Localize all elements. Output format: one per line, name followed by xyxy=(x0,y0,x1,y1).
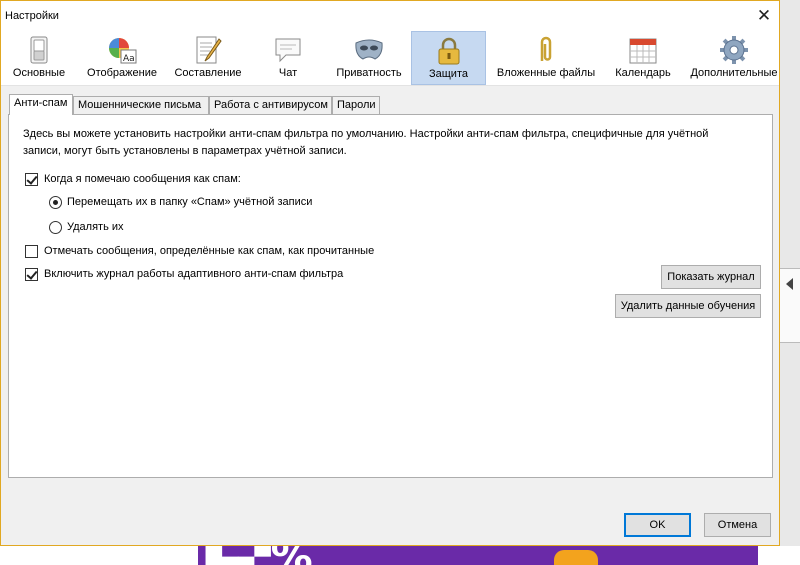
wallpaper-graphic: ▙▞% xyxy=(206,546,313,565)
move-to-spam-radio[interactable] xyxy=(49,196,62,209)
tab-passwords[interactable]: Пароли xyxy=(332,96,380,114)
toolbar-item-label: Основные xyxy=(12,67,66,79)
settings-toolbar: Основные Aa Отображение Составление Чат … xyxy=(1,31,779,86)
toolbar-item-compose[interactable]: Составление xyxy=(169,31,247,85)
tab-antivirus[interactable]: Работа с антивирусом xyxy=(209,96,332,114)
antispam-panel: Здесь вы можете установить настройки ант… xyxy=(8,114,773,478)
toolbar-item-security[interactable]: Защита xyxy=(411,31,486,85)
toolbar-item-label: Чат xyxy=(278,67,298,79)
toolbar-item-attachments[interactable]: Вложенные файлы xyxy=(491,31,601,85)
window-title: Настройки xyxy=(5,10,59,22)
close-icon[interactable]: ✕ xyxy=(753,5,775,27)
enable-log-checkbox[interactable] xyxy=(25,268,38,281)
svg-text:Aa: Aa xyxy=(123,54,135,64)
mark-read-checkbox[interactable] xyxy=(25,245,38,258)
toolbar-item-label: Составление xyxy=(174,67,242,79)
toolbar-item-label: Приватность xyxy=(336,67,402,79)
delete-spam-radio[interactable] xyxy=(49,221,62,234)
toolbar-item-display[interactable]: Aa Отображение xyxy=(81,31,163,85)
tab-scams[interactable]: Мошеннические письма xyxy=(73,96,209,114)
toolbar-item-chat[interactable]: Чат xyxy=(263,31,313,85)
paperclip-icon xyxy=(540,36,552,61)
move-to-spam-label[interactable]: Перемещать их в папку «Спам» учётной зап… xyxy=(67,196,312,208)
description-line-1: Здесь вы можете установить настройки ант… xyxy=(23,128,709,140)
toolbar-item-privacy[interactable]: Приватность xyxy=(331,31,407,85)
show-log-button[interactable]: Показать журнал xyxy=(661,265,761,289)
mark-as-spam-label[interactable]: Когда я помечаю сообщения как спам: xyxy=(44,173,241,185)
title-bar: Настройки ✕ xyxy=(1,1,779,31)
delete-spam-label[interactable]: Удалять их xyxy=(67,221,124,233)
mark-as-spam-checkbox[interactable] xyxy=(25,173,38,186)
switch-icon xyxy=(30,36,48,64)
reset-training-button[interactable]: Удалить данные обучения xyxy=(615,294,761,318)
gear-icon xyxy=(720,36,748,64)
wallpaper-shape xyxy=(554,550,598,565)
toolbar-item-label: Дополнительные xyxy=(690,67,778,79)
cancel-button[interactable]: Отмена xyxy=(704,513,771,537)
compose-icon xyxy=(196,36,222,64)
toolbar-item-advanced[interactable]: Дополнительные xyxy=(685,31,783,85)
toolbar-item-label: Вложенные файлы xyxy=(496,67,596,79)
settings-dialog: Настройки ✕ Основные Aa Отображение Сост… xyxy=(0,0,780,546)
ok-button[interactable]: OK xyxy=(624,513,691,537)
palette-icon: Aa xyxy=(109,38,137,64)
lock-icon xyxy=(438,37,459,65)
description-line-2: записи, могут быть установлены в парамет… xyxy=(23,145,347,157)
background-desktop-right xyxy=(780,0,800,565)
background-wallpaper: ▙▞% xyxy=(198,546,758,565)
background-arrow-icon xyxy=(786,278,793,290)
tab-antispam[interactable]: Анти-спам xyxy=(9,94,73,115)
toolbar-item-calendar[interactable]: Календарь xyxy=(609,31,677,85)
chat-icon xyxy=(275,38,301,63)
toolbar-item-general[interactable]: Основные xyxy=(7,31,71,85)
toolbar-item-label: Защита xyxy=(429,68,468,80)
toolbar-item-label: Календарь xyxy=(615,67,671,79)
toolbar-item-label: Отображение xyxy=(87,67,157,79)
calendar-icon xyxy=(629,38,657,64)
mark-read-label[interactable]: Отмечать сообщения, определённые как спа… xyxy=(44,245,374,257)
mask-icon xyxy=(355,39,383,60)
enable-log-label[interactable]: Включить журнал работы адаптивного анти-… xyxy=(44,268,343,280)
